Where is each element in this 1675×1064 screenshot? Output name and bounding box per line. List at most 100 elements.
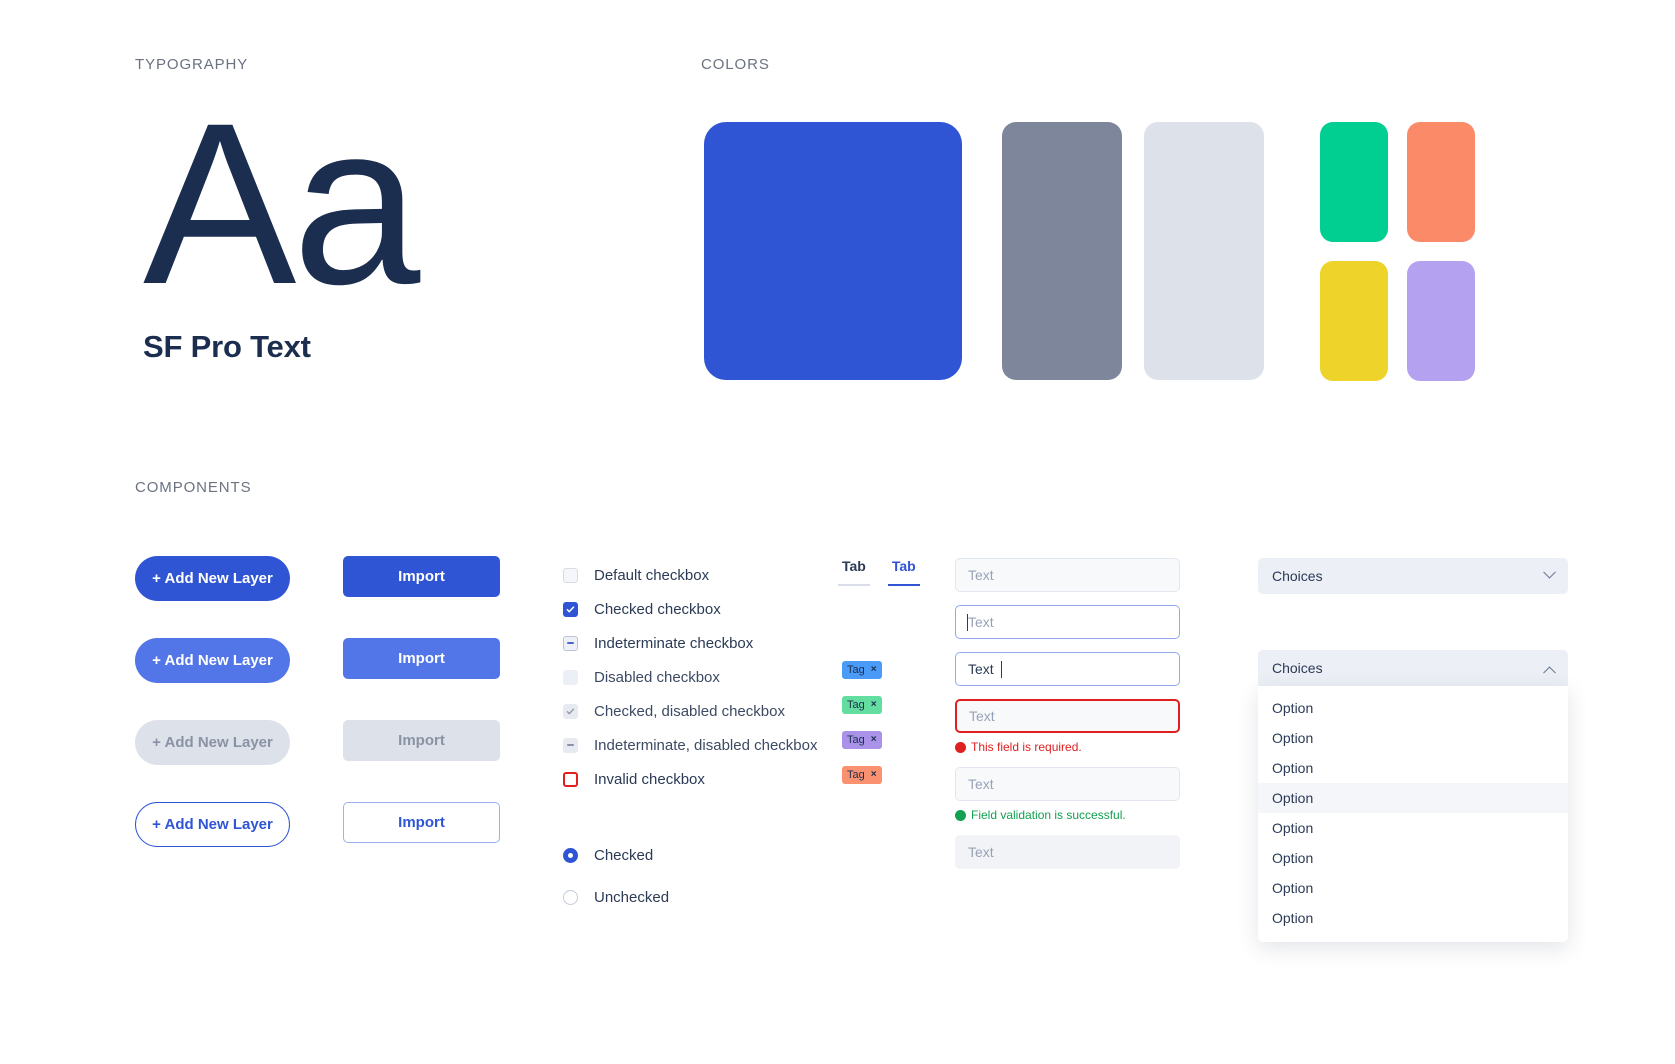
checkbox-label: Disabled checkbox bbox=[594, 668, 720, 686]
tab-active[interactable]: Tab bbox=[887, 558, 920, 586]
chevron-down-icon bbox=[1543, 565, 1556, 579]
color-swatch-yellow bbox=[1320, 261, 1388, 381]
select-option[interactable]: Option bbox=[1258, 903, 1568, 933]
radio-label: Checked bbox=[594, 846, 654, 864]
select-option[interactable]: Option bbox=[1258, 843, 1568, 873]
select-option[interactable]: Option bbox=[1258, 693, 1568, 723]
text-caret bbox=[1001, 661, 1002, 678]
color-swatch-purple bbox=[1407, 261, 1475, 381]
import-button-default[interactable]: Import bbox=[343, 556, 500, 597]
tag-close-icon[interactable]: × bbox=[871, 770, 877, 780]
typography-section-label: TYPOGRAPHY bbox=[135, 56, 249, 73]
tag-close-icon[interactable]: × bbox=[871, 700, 877, 710]
select-value: Choices bbox=[1272, 660, 1323, 676]
tag-label: Tag bbox=[847, 769, 865, 781]
tag-label: Tag bbox=[847, 734, 865, 746]
checkbox-row-checked-disabled: Checked, disabled checkbox bbox=[563, 694, 817, 728]
checkbox-checked-icon[interactable] bbox=[563, 601, 578, 617]
select-group: Choices Choices Option Option Option Opt… bbox=[1258, 558, 1675, 942]
colors-section-label: COLORS bbox=[701, 56, 770, 73]
color-swatch-primary-blue bbox=[704, 122, 962, 380]
checkbox-label: Indeterminate checkbox bbox=[594, 634, 754, 652]
checkbox-row-disabled: Disabled checkbox bbox=[563, 660, 817, 694]
tag-group: Tag × Tag × Tag × Tag × bbox=[842, 660, 882, 800]
tag-close-icon[interactable]: × bbox=[871, 735, 877, 745]
color-swatch-slate-gray bbox=[1002, 122, 1122, 380]
radio-group: Checked Unchecked bbox=[563, 834, 669, 918]
tag-close-icon[interactable]: × bbox=[871, 665, 877, 675]
dash-icon bbox=[567, 642, 574, 644]
add-new-layer-button-default[interactable]: + Add New Layer bbox=[135, 556, 290, 601]
select-option[interactable]: Option bbox=[1258, 723, 1568, 753]
design-system-page: TYPOGRAPHY Aa SF Pro Text COLORS COMPONE… bbox=[0, 0, 1675, 1064]
tab-inactive[interactable]: Tab bbox=[838, 558, 870, 586]
radio-row-unchecked[interactable]: Unchecked bbox=[563, 876, 669, 918]
checkbox-disabled-icon bbox=[563, 669, 578, 685]
add-new-layer-button-hover[interactable]: + Add New Layer bbox=[135, 638, 290, 683]
color-swatch-accent-grid bbox=[1320, 122, 1475, 381]
text-field-focus[interactable] bbox=[955, 605, 1180, 639]
radio-row-checked[interactable]: Checked bbox=[563, 834, 669, 876]
checkbox-label: Checked checkbox bbox=[594, 600, 721, 618]
success-message-text: Field validation is successful. bbox=[971, 808, 1126, 822]
checkbox-label: Invalid checkbox bbox=[594, 770, 705, 788]
error-icon bbox=[955, 741, 966, 753]
error-message-text: This field is required. bbox=[971, 740, 1082, 754]
text-field-success-wrap: Field validation is successful. bbox=[955, 767, 1180, 822]
font-family-name: SF Pro Text bbox=[143, 328, 311, 364]
text-field-focus-wrap bbox=[955, 605, 1180, 639]
select-option-highlighted[interactable]: Option bbox=[1258, 783, 1568, 813]
select-option[interactable]: Option bbox=[1258, 813, 1568, 843]
success-message-row: Field validation is successful. bbox=[955, 808, 1180, 822]
tag-purple[interactable]: Tag × bbox=[842, 731, 882, 749]
select-open[interactable]: Choices bbox=[1258, 650, 1568, 686]
tab-bar: Tab Tab bbox=[838, 558, 938, 586]
add-new-layer-button-outline[interactable]: + Add New Layer bbox=[135, 802, 290, 847]
checkbox-row-indeterminate[interactable]: Indeterminate checkbox bbox=[563, 626, 817, 660]
add-new-layer-button-disabled: + Add New Layer bbox=[135, 720, 290, 765]
checkbox-row-default[interactable]: Default checkbox bbox=[563, 558, 817, 592]
select-value: Choices bbox=[1272, 568, 1323, 584]
text-field-filled[interactable] bbox=[955, 652, 1180, 686]
error-message-row: This field is required. bbox=[955, 740, 1180, 754]
checkbox-indeterminate-disabled-icon bbox=[563, 737, 578, 753]
text-caret bbox=[967, 614, 968, 631]
color-swatch-light-gray bbox=[1144, 122, 1264, 380]
radio-unchecked-icon[interactable] bbox=[563, 889, 578, 905]
checkbox-unchecked-icon[interactable] bbox=[563, 567, 578, 583]
rect-button-group: Import Import Import Import bbox=[343, 556, 500, 884]
select-dropdown-list: Option Option Option Option Option Optio… bbox=[1258, 686, 1568, 942]
import-button-disabled: Import bbox=[343, 720, 500, 761]
check-icon bbox=[566, 605, 575, 612]
checkbox-row-invalid[interactable]: Invalid checkbox bbox=[563, 762, 817, 796]
checkbox-row-checked[interactable]: Checked checkbox bbox=[563, 592, 817, 626]
text-field-disabled bbox=[955, 835, 1180, 869]
select-option[interactable]: Option bbox=[1258, 753, 1568, 783]
checkbox-label: Indeterminate, disabled checkbox bbox=[594, 736, 818, 754]
type-specimen-glyphs: Aa bbox=[143, 75, 420, 332]
components-section-label: COMPONENTS bbox=[135, 479, 252, 496]
text-field-disabled-wrap bbox=[955, 835, 1180, 869]
import-button-outline[interactable]: Import bbox=[343, 802, 500, 843]
checkbox-indeterminate-icon[interactable] bbox=[563, 635, 578, 651]
tag-blue[interactable]: Tag × bbox=[842, 661, 882, 679]
text-field-default[interactable] bbox=[955, 558, 1180, 592]
text-field-success[interactable] bbox=[955, 767, 1180, 801]
pill-button-group: + Add New Layer + Add New Layer + Add Ne… bbox=[135, 556, 290, 884]
tag-green[interactable]: Tag × bbox=[842, 696, 882, 714]
tag-label: Tag bbox=[847, 664, 865, 676]
checkbox-label: Default checkbox bbox=[594, 566, 710, 584]
select-closed[interactable]: Choices bbox=[1258, 558, 1568, 594]
text-field-error-wrap: This field is required. bbox=[955, 699, 1180, 754]
checkbox-row-indeterminate-disabled: Indeterminate, disabled checkbox bbox=[563, 728, 817, 762]
color-swatch-green bbox=[1320, 122, 1388, 242]
tag-orange[interactable]: Tag × bbox=[842, 766, 882, 784]
import-button-hover[interactable]: Import bbox=[343, 638, 500, 679]
select-option[interactable]: Option bbox=[1258, 873, 1568, 903]
text-field-error[interactable] bbox=[955, 699, 1180, 733]
text-field-group: This field is required. Field validation… bbox=[955, 558, 1180, 882]
typography-specimen: Aa SF Pro Text bbox=[143, 75, 420, 365]
success-icon bbox=[955, 809, 966, 821]
radio-checked-icon[interactable] bbox=[563, 847, 578, 863]
checkbox-invalid-icon[interactable] bbox=[563, 771, 578, 787]
